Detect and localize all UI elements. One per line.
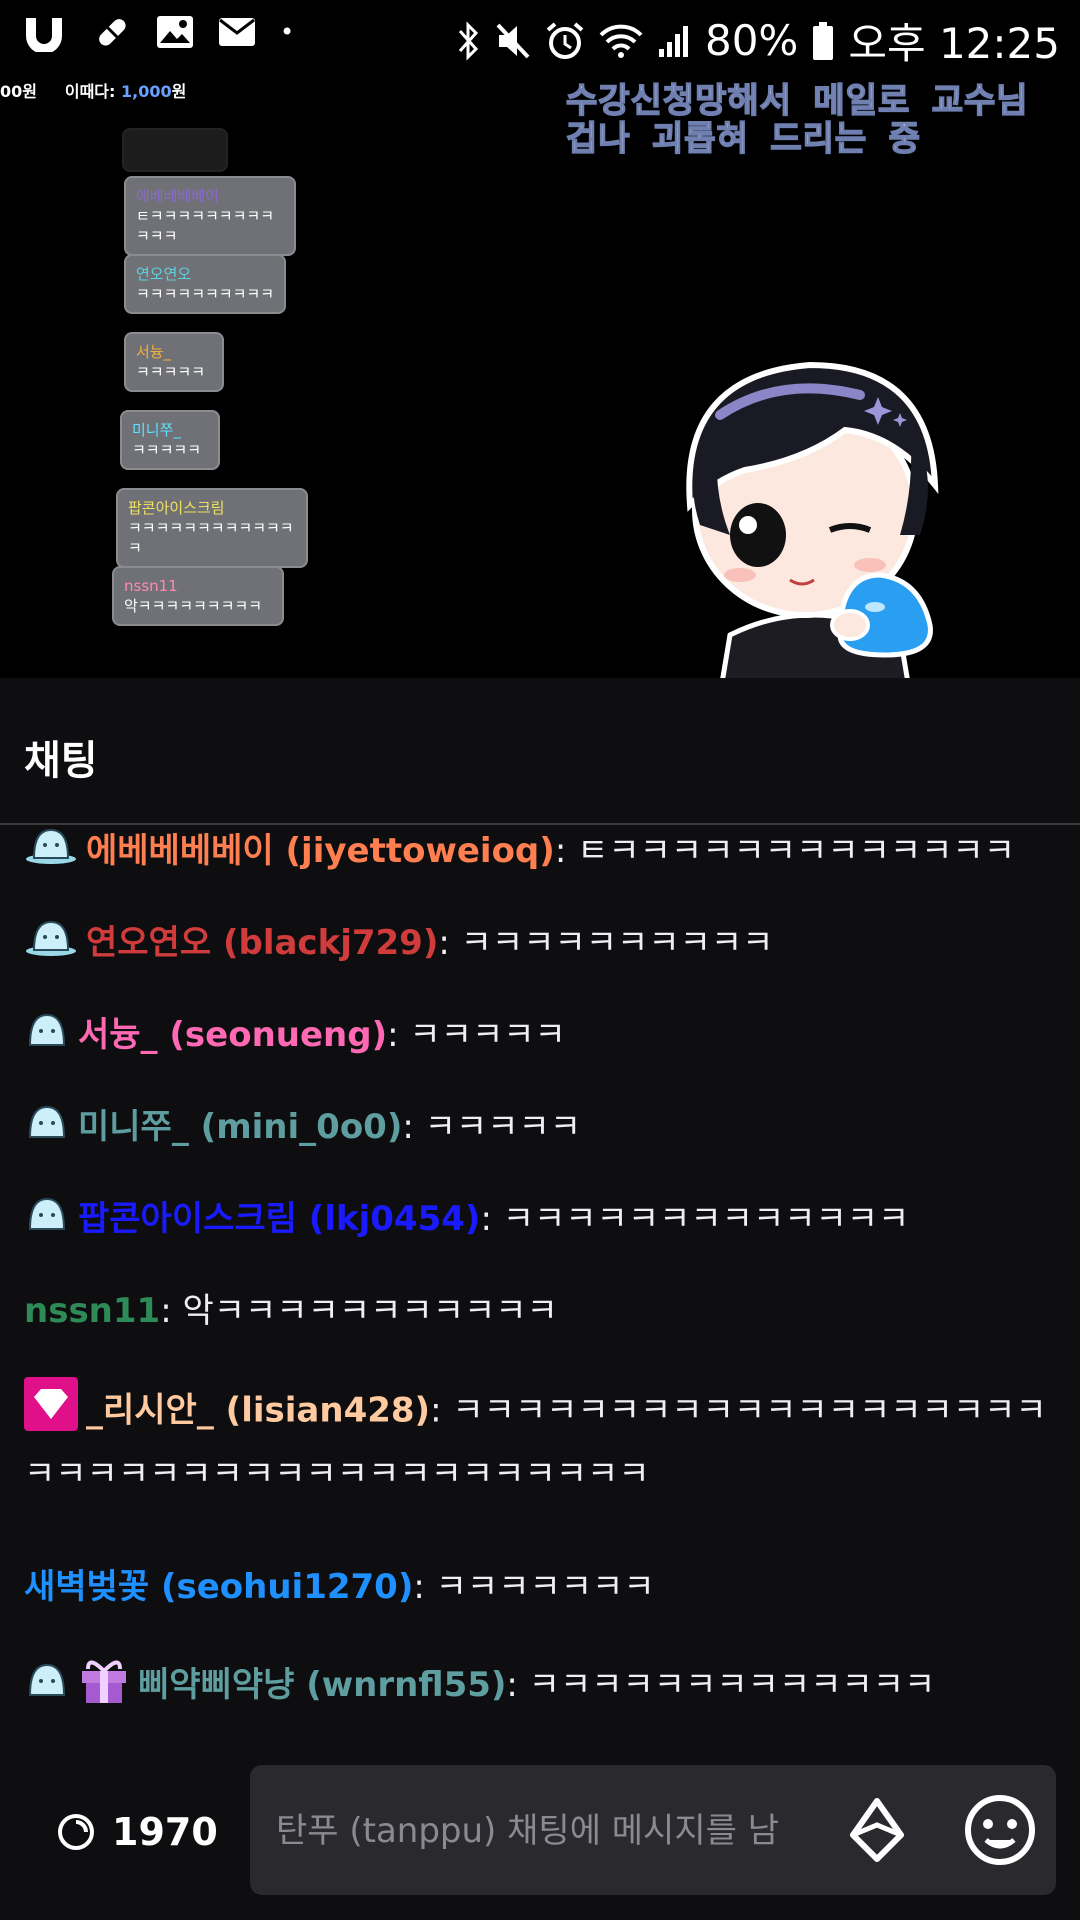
overlay-chat-bubble: 에베베베베이 ㅌㅋㅋㅋㅋㅋㅋㅋㅋㅋㅋㅋㅋ [124, 176, 296, 256]
sub-badge-icon[interactable] [24, 1193, 70, 1248]
chat-text: : 악ㅋㅋㅋㅋㅋㅋㅋㅋㅋㅋㅋ [160, 1291, 558, 1331]
bubble-text: 악ㅋㅋㅋㅋㅋㅋㅋㅋㅋ [124, 597, 263, 615]
overlay-chat-bubble-faded [122, 128, 228, 172]
chat-message: 새벽벚꽃 (seohui1270): ㅋㅋㅋㅋㅋㅋㅋ [24, 1561, 1054, 1613]
app-logo-icon [22, 12, 68, 52]
chat-text: : ㅋㅋㅋㅋㅋ [387, 1015, 566, 1055]
streamer-avatar-illustration [686, 361, 939, 678]
donation-prefix: 00원 [0, 82, 37, 101]
bits-icon[interactable] [842, 1795, 912, 1865]
chat-message: _리시안_ (lisian428): ㅋㅋㅋㅋㅋㅋㅋㅋㅋㅋㅋㅋㅋㅋㅋㅋㅋㅋㅋㅋㅋ… [24, 1377, 1054, 1501]
overlay-chat-bubble: 서늉_ ㅋㅋㅋㅋㅋ [124, 332, 224, 392]
chat-text: : ㅋㅋㅋㅋㅋㅋㅋ [413, 1567, 655, 1607]
bubble-text: ㅋㅋㅋㅋㅋ [132, 441, 202, 459]
chat-input-bar: 1970 [0, 1755, 1080, 1920]
chat-username[interactable]: 서늉_ (seonueng) [78, 1015, 387, 1055]
overlay-chat-bubble: 팝콘아이스크림 ㅋㅋㅋㅋㅋㅋㅋㅋㅋㅋㅋㅋㅋ [116, 488, 308, 568]
image-icon [156, 15, 194, 49]
pill-icon [92, 12, 132, 52]
chat-username[interactable]: nssn11 [24, 1291, 160, 1331]
chat-username[interactable]: 미니쭈_ (mini_0o0) [78, 1107, 402, 1147]
chat-message: 미니쭈_ (mini_0o0): ㅋㅋㅋㅋㅋ [24, 1101, 1054, 1156]
bubble-name: nssn11 [124, 577, 178, 595]
chat-message-list[interactable]: 에베베베베이 (jiyettoweioq): ㅌㅋㅋㅋㅋㅋㅋㅋㅋㅋㅋㅋㅋㅋ 연오… [0, 825, 1080, 1755]
status-bar: • 80% 오후 12:25 [0, 0, 1080, 70]
gift-badge-icon[interactable] [78, 1653, 130, 1720]
overlay-chat-bubble: nssn11 악ㅋㅋㅋㅋㅋㅋㅋㅋㅋ [112, 566, 284, 626]
overlay-chat-bubble: 연오연오 ㅋㅋㅋㅋㅋㅋㅋㅋㅋㅋ [124, 254, 286, 314]
chat-message: 에베베베베이 (jiyettoweioq): ㅌㅋㅋㅋㅋㅋㅋㅋㅋㅋㅋㅋㅋㅋ [24, 825, 1054, 880]
chat-text: : ㅌㅋㅋㅋㅋㅋㅋㅋㅋㅋㅋㅋㅋㅋ [554, 831, 1015, 871]
sub-badge-icon[interactable] [24, 1009, 70, 1064]
sub-badge-icon[interactable] [24, 1101, 70, 1156]
bluetooth-icon [457, 20, 481, 62]
battery-icon [812, 21, 834, 61]
bubble-name: 서늉_ [136, 343, 172, 361]
donation-amount: 1,000 [121, 82, 172, 101]
chat-message: 팝콘아이스크림 (lkj0454): ㅋㅋㅋㅋㅋㅋㅋㅋㅋㅋㅋㅋㅋ [24, 1193, 1054, 1248]
bubble-name: 에베베베베이 [136, 187, 219, 205]
bubble-name: 연오연오 [136, 265, 192, 283]
donation-suffix: 원 [171, 82, 187, 101]
donation-label: 이때다: [64, 82, 116, 101]
sub-badge-icon[interactable] [24, 825, 78, 880]
signal-icon [657, 23, 691, 59]
overlay-title-line2: 겁나 괴롭혀 드리는 중 [565, 119, 921, 159]
wifi-icon [599, 23, 643, 59]
bubble-text: ㅌㅋㅋㅋㅋㅋㅋㅋㅋㅋㅋㅋㅋ [136, 207, 275, 245]
chat-text: : ㅋㅋㅋㅋㅋㅋㅋㅋㅋㅋㅋㅋㅋ [506, 1665, 936, 1705]
bubble-name: 팝콘아이스크림 [128, 499, 225, 517]
overlay-chat-bubble: 미니쭈_ ㅋㅋㅋㅋㅋ [120, 410, 220, 470]
chat-message: 연오연오 (blackj729): ㅋㅋㅋㅋㅋㅋㅋㅋㅋㅋ [24, 917, 1054, 972]
chat-message: 삐약삐약냥 (wnrnfl55): ㅋㅋㅋㅋㅋㅋㅋㅋㅋㅋㅋㅋㅋ [24, 1653, 1054, 1720]
chat-header: 채팅 [0, 678, 1080, 825]
stream-overlay-title: 수강신청망해서 메일로 교수님 겁나 괴롭혀 드리는 중 [565, 81, 1029, 159]
status-bar-left: • [22, 12, 294, 52]
chat-message: nssn11: 악ㅋㅋㅋㅋㅋㅋㅋㅋㅋㅋㅋ [24, 1285, 1054, 1337]
notification-dot: • [280, 18, 295, 46]
chat-username[interactable]: _리시안_ (lisian428) [86, 1391, 430, 1431]
bubble-name: 미니쭈_ [132, 421, 181, 439]
chat-username[interactable]: 새벽벚꽃 (seohui1270) [24, 1567, 413, 1607]
channel-points-icon [56, 1812, 96, 1852]
sub-badge-icon[interactable] [24, 917, 78, 972]
gem-badge-icon[interactable] [24, 1377, 78, 1447]
bubble-text: ㅋㅋㅋㅋㅋㅋㅋㅋㅋㅋ [136, 285, 275, 303]
bubble-text: ㅋㅋㅋㅋㅋ [136, 363, 206, 381]
chat-text: : ㅋㅋㅋㅋㅋㅋㅋㅋㅋㅋ [438, 923, 774, 963]
chat-message: 서늉_ (seonueng): ㅋㅋㅋㅋㅋ [24, 1009, 1054, 1064]
chat-input-container[interactable] [250, 1765, 1056, 1895]
chat-title: 채팅 [24, 738, 98, 784]
donation-ticker: 00원 이때다: 1,000원 [0, 78, 186, 102]
status-bar-right: 80% 오후 12:25 [457, 10, 1060, 71]
bubble-text: ㅋㅋㅋㅋㅋㅋㅋㅋㅋㅋㅋㅋㅋ [128, 519, 294, 557]
alarm-icon [545, 21, 585, 61]
channel-points-count: 1970 [112, 1810, 218, 1854]
chat-input[interactable] [274, 1795, 818, 1867]
chat-text: : ㅋㅋㅋㅋㅋ [402, 1107, 582, 1147]
channel-points-button[interactable]: 1970 [56, 1810, 218, 1854]
clock: 오후 12:25 [848, 19, 1060, 68]
sub-badge-icon[interactable] [24, 1659, 70, 1714]
chat-username[interactable]: 연오연오 (blackj729) [86, 923, 438, 963]
mail-icon [218, 17, 256, 47]
overlay-title-line1: 수강신청망해서 메일로 교수님 [565, 81, 1029, 121]
chat-username[interactable]: 팝콘아이스크림 (lkj0454) [78, 1199, 480, 1239]
stream-video[interactable]: 00원 이때다: 1,000원 수강신청망해서 메일로 교수님 겁나 괴롭혀 드… [0, 70, 1080, 678]
emote-picker-icon[interactable] [960, 1790, 1040, 1870]
chat-username[interactable]: 에베베베베이 (jiyettoweioq) [86, 831, 555, 871]
chat-username[interactable]: 삐약삐약냥 (wnrnfl55) [138, 1665, 506, 1705]
battery-percent: 80% [704, 16, 799, 65]
chat-text: : ㅋㅋㅋㅋㅋㅋㅋㅋㅋㅋㅋㅋㅋ [480, 1199, 910, 1239]
mute-icon [495, 22, 531, 60]
